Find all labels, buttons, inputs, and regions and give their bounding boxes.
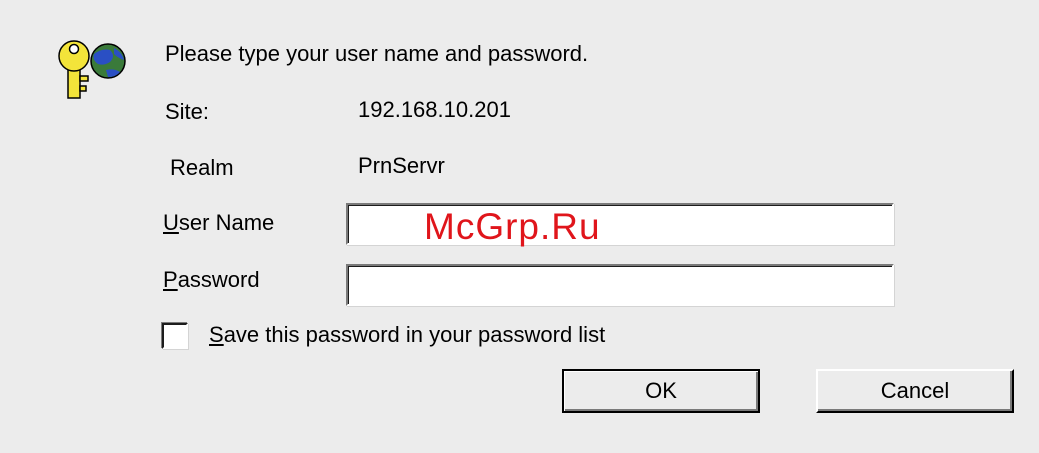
key-globe-icon bbox=[58, 40, 126, 99]
save-password-checkbox[interactable] bbox=[162, 323, 188, 349]
dialog-prompt: Please type your user name and password. bbox=[165, 41, 589, 66]
realm-label: Realm bbox=[170, 155, 234, 180]
site-value: 192.168.10.201 bbox=[358, 97, 511, 122]
save-password-label-rest: ave this password in your password list bbox=[223, 322, 606, 347]
password-label: Password bbox=[163, 267, 260, 293]
save-password-label[interactable]: Save this password in your password list bbox=[209, 322, 605, 348]
password-dialog: Please type your user name and password.… bbox=[0, 0, 1039, 453]
password-input[interactable] bbox=[346, 264, 894, 306]
realm-value: PrnServr bbox=[358, 153, 445, 178]
ok-button[interactable]: OK bbox=[562, 369, 760, 413]
user-name-label-rest: ser Name bbox=[178, 210, 275, 235]
user-name-input[interactable] bbox=[346, 203, 894, 245]
save-password-label-mnemonic: S bbox=[209, 322, 224, 347]
user-name-label: User Name bbox=[163, 210, 274, 236]
password-label-rest: assword bbox=[177, 267, 260, 292]
password-label-mnemonic: P bbox=[163, 267, 178, 292]
user-name-label-mnemonic: U bbox=[163, 210, 179, 235]
site-label: Site: bbox=[165, 99, 210, 124]
cancel-button[interactable]: Cancel bbox=[816, 369, 1014, 413]
